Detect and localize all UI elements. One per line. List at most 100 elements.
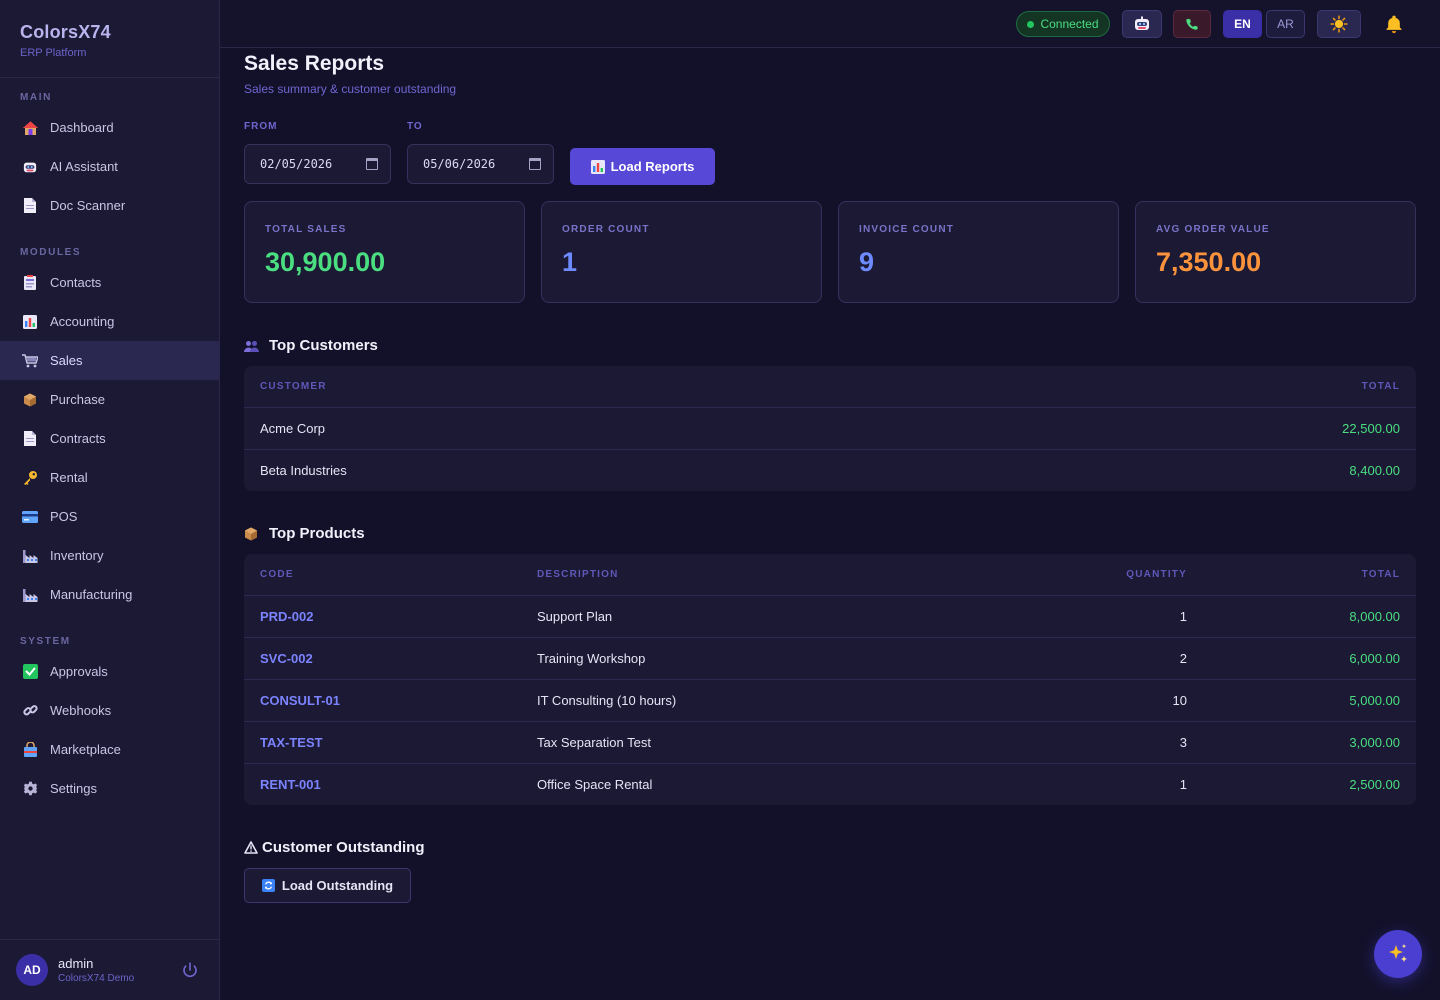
sidebar-item-label: Contacts <box>50 275 102 290</box>
customer-total-cell: 8,400.00 <box>1349 462 1400 478</box>
stat-label: TOTAL SALES <box>265 224 347 235</box>
nav-section-label: MODULES <box>20 247 82 258</box>
sidebar-item-contracts[interactable]: Contracts <box>0 419 219 458</box>
nav-section-modules: MODULES Contacts Accounting Sales Purchase Co… <box>0 243 219 614</box>
sidebar-item-approvals[interactable]: Approvals <box>0 652 219 691</box>
sidebar-item-label: Marketplace <box>50 742 121 757</box>
page-title: Sales Reports <box>244 52 385 75</box>
key-icon <box>22 470 38 486</box>
product-code-link[interactable]: CONSULT-01 <box>244 679 521 722</box>
top-customers-title-text: Top Customers <box>269 337 378 354</box>
column-header-customer[interactable]: CUSTOMER <box>244 366 912 408</box>
stat-value: 9 <box>859 247 875 277</box>
product-description-cell: Support Plan <box>521 595 1003 638</box>
column-header-description[interactable]: DESCRIPTION <box>521 554 1003 596</box>
top-products-table: CODE DESCRIPTION QUANTITY TOTAL PRD-002 S… <box>244 554 1416 805</box>
sidebar-item-doc-scanner[interactable]: Doc Scanner <box>0 186 219 225</box>
stat-card-total-sales: TOTAL SALES 30,900.00 <box>244 201 525 303</box>
sidebar-item-pos[interactable]: POS <box>0 497 219 536</box>
language-ar-button[interactable]: AR <box>1266 10 1305 38</box>
column-header-total[interactable]: TOTAL <box>911 366 1416 408</box>
column-header-code[interactable]: CODE <box>244 554 521 596</box>
stat-value: 30,900.00 <box>265 247 386 277</box>
column-header-total[interactable]: TOTAL <box>1203 554 1416 596</box>
robot-icon <box>1135 16 1149 30</box>
product-description-cell: IT Consulting (10 hours) <box>521 679 1003 722</box>
calendar-icon[interactable] <box>529 158 541 170</box>
top-products-title: Top Products <box>244 525 1416 542</box>
credit-card-icon <box>22 509 38 525</box>
sidebar-item-inventory[interactable]: Inventory <box>0 536 219 575</box>
house-icon <box>22 120 38 136</box>
sidebar-nav: MAIN Dashboard AI Assistant Doc Scanner MODU… <box>0 88 219 808</box>
stats-cards: TOTAL SALES 30,900.00 ORDER COUNT 1 INVOICE … <box>244 201 1416 303</box>
product-total-cell: 8,000.00 <box>1203 595 1416 638</box>
sidebar-item-label: Dashboard <box>50 120 114 135</box>
sidebar-item-label: Doc Scanner <box>50 198 126 213</box>
product-code-link[interactable]: PRD-002 <box>244 595 521 638</box>
cart-icon <box>22 353 38 369</box>
link-icon <box>22 703 38 719</box>
product-code-link[interactable]: RENT-001 <box>244 763 521 805</box>
sidebar-item-manufacturing[interactable]: Manufacturing <box>0 575 219 614</box>
theme-toggle-button[interactable] <box>1317 10 1361 38</box>
sidebar-item-rental[interactable]: Rental <box>0 458 219 497</box>
ai-sparkle-button[interactable] <box>1374 930 1422 978</box>
to-label: TO <box>407 121 423 132</box>
sidebar-item-label: Rental <box>50 470 88 485</box>
date-filters: FROM 02/05/2026 TO 05/06/2026 Load Repor… <box>244 108 1416 188</box>
customer-outstanding-title: Customer Outstanding <box>244 839 1416 856</box>
table-row[interactable]: Acme Corp 22,500.00 <box>244 407 1416 450</box>
to-date-input[interactable]: 05/06/2026 <box>407 144 554 184</box>
stat-card-order-count: ORDER COUNT 1 <box>541 201 822 303</box>
table-row[interactable]: Beta Industries 8,400.00 <box>244 449 1416 491</box>
connection-status-badge: Connected <box>1016 11 1110 37</box>
power-icon[interactable] <box>181 961 199 979</box>
status-dot-icon <box>1027 20 1035 28</box>
nav-section-label: SYSTEM <box>20 636 71 647</box>
load-reports-button[interactable]: Load Reports <box>570 148 715 185</box>
table-row[interactable]: TAX-TEST Tax Separation Test 3 3,000.00 <box>244 721 1416 764</box>
sidebar-item-ai-assistant[interactable]: AI Assistant <box>0 147 219 186</box>
user-box: AD admin ColorsX74 Demo <box>0 939 219 1000</box>
page-subtitle: Sales summary & customer outstanding <box>244 82 457 96</box>
notifications-button[interactable] <box>1380 10 1408 38</box>
user-org: ColorsX74 Demo <box>58 973 135 984</box>
table-row[interactable]: SVC-002 Training Workshop 2 6,000.00 <box>244 637 1416 680</box>
phone-button[interactable] <box>1173 10 1211 38</box>
sidebar-item-contacts[interactable]: Contacts <box>0 263 219 302</box>
calendar-icon[interactable] <box>366 158 378 170</box>
language-en-button[interactable]: EN <box>1223 10 1262 38</box>
sidebar-item-webhooks[interactable]: Webhooks <box>0 691 219 730</box>
sidebar-item-settings[interactable]: Settings <box>0 769 219 808</box>
sidebar-item-accounting[interactable]: Accounting <box>0 302 219 341</box>
column-header-quantity[interactable]: QUANTITY <box>1003 554 1203 596</box>
sidebar-item-label: Sales <box>50 353 83 368</box>
gear-icon <box>22 781 38 797</box>
load-outstanding-label: Load Outstanding <box>281 878 394 893</box>
avatar[interactable]: AD <box>16 954 48 986</box>
nav-section-system: SYSTEM Approvals Webhooks Marketplace Settin… <box>0 632 219 808</box>
sidebar-item-label: Purchase <box>50 392 105 407</box>
ai-assistant-button[interactable] <box>1122 10 1162 38</box>
from-label: FROM <box>244 121 278 132</box>
factory-icon <box>22 587 38 603</box>
table-row[interactable]: PRD-002 Support Plan 1 8,000.00 <box>244 595 1416 638</box>
product-code-link[interactable]: TAX-TEST <box>244 721 521 764</box>
table-row[interactable]: CONSULT-01 IT Consulting (10 hours) 10 5,00… <box>244 679 1416 722</box>
product-total-cell: 3,000.00 <box>1203 721 1416 764</box>
sidebar-item-marketplace[interactable]: Marketplace <box>0 730 219 769</box>
product-total-cell: 6,000.00 <box>1203 637 1416 680</box>
sidebar-item-sales[interactable]: Sales <box>0 341 219 380</box>
sidebar-item-dashboard[interactable]: Dashboard <box>0 108 219 147</box>
from-date-input[interactable]: 02/05/2026 <box>244 144 391 184</box>
product-code-link[interactable]: SVC-002 <box>244 637 521 680</box>
load-outstanding-button[interactable]: Load Outstanding <box>244 868 411 903</box>
bar-chart-icon <box>22 314 38 330</box>
sidebar-item-purchase[interactable]: Purchase <box>0 380 219 419</box>
sidebar-item-label: Inventory <box>50 548 104 563</box>
load-reports-label: Load Reports <box>610 159 695 174</box>
table-row[interactable]: RENT-001 Office Space Rental 1 2,500.00 <box>244 763 1416 805</box>
nav-section-label: MAIN <box>20 92 52 103</box>
table-header-row: CODE DESCRIPTION QUANTITY TOTAL <box>244 554 1416 596</box>
